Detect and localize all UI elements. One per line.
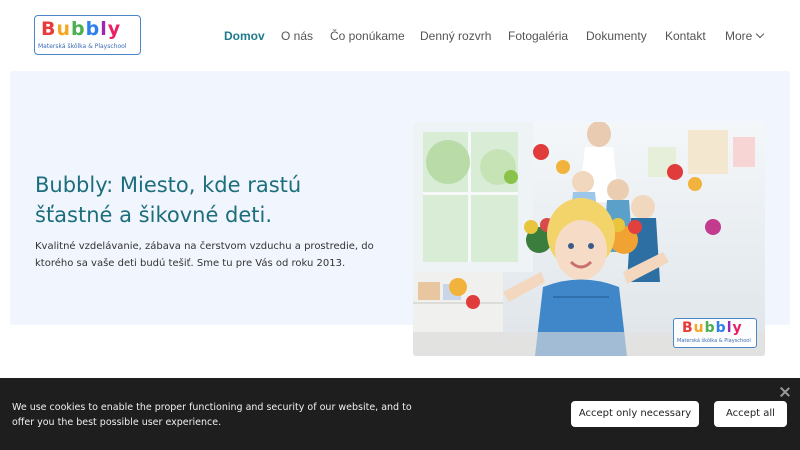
hero-text: Kvalitné vzdelávanie, zábava na čerstvom… (35, 241, 374, 269)
watermark-tagline: Materská škôlka & Playschool (677, 338, 751, 344)
hero-title: Bubbly: Miesto, kde rastú šťastné a šiko… (35, 173, 302, 227)
nav-item-denny-rozvrh[interactable]: Denný rozvrh (420, 28, 491, 44)
nav-item-kontakt[interactable]: Kontakt (665, 28, 706, 44)
watermark-wordmark: Bubbly (682, 320, 743, 336)
nav-item-more[interactable]: More (725, 28, 765, 44)
hero-image: Bubbly Materská škôlka & Playschool (413, 122, 765, 356)
more-label: More (725, 29, 753, 43)
cookie-banner: We use cookies to enable the proper func… (0, 378, 800, 450)
cookie-message: We use cookies to enable the proper func… (12, 402, 412, 428)
accept-all-button[interactable]: Accept all (714, 401, 787, 427)
logo-tagline: Materská škôlka & Playschool (38, 43, 127, 50)
chevron-down-icon (756, 29, 765, 39)
nav-item-dokumenty[interactable]: Dokumenty (586, 28, 647, 44)
nav-item-o-nas[interactable]: O nás (281, 28, 313, 44)
nav-item-co-ponukame[interactable]: Čo ponúkame (330, 28, 405, 44)
nav-item-domov[interactable]: Domov (224, 28, 265, 44)
photo-watermark-logo: Bubbly Materská škôlka & Playschool (673, 318, 757, 348)
main-nav: Domov O nás Čo ponúkame Denný rozvrh Fot… (0, 28, 800, 44)
close-icon[interactable] (779, 386, 791, 398)
accept-necessary-button[interactable]: Accept only necessary (571, 401, 699, 427)
site-header: Bubbly Materská škôlka & Playschool Domo… (0, 0, 800, 70)
nav-item-fotogaleria[interactable]: Fotogaléria (508, 28, 568, 44)
